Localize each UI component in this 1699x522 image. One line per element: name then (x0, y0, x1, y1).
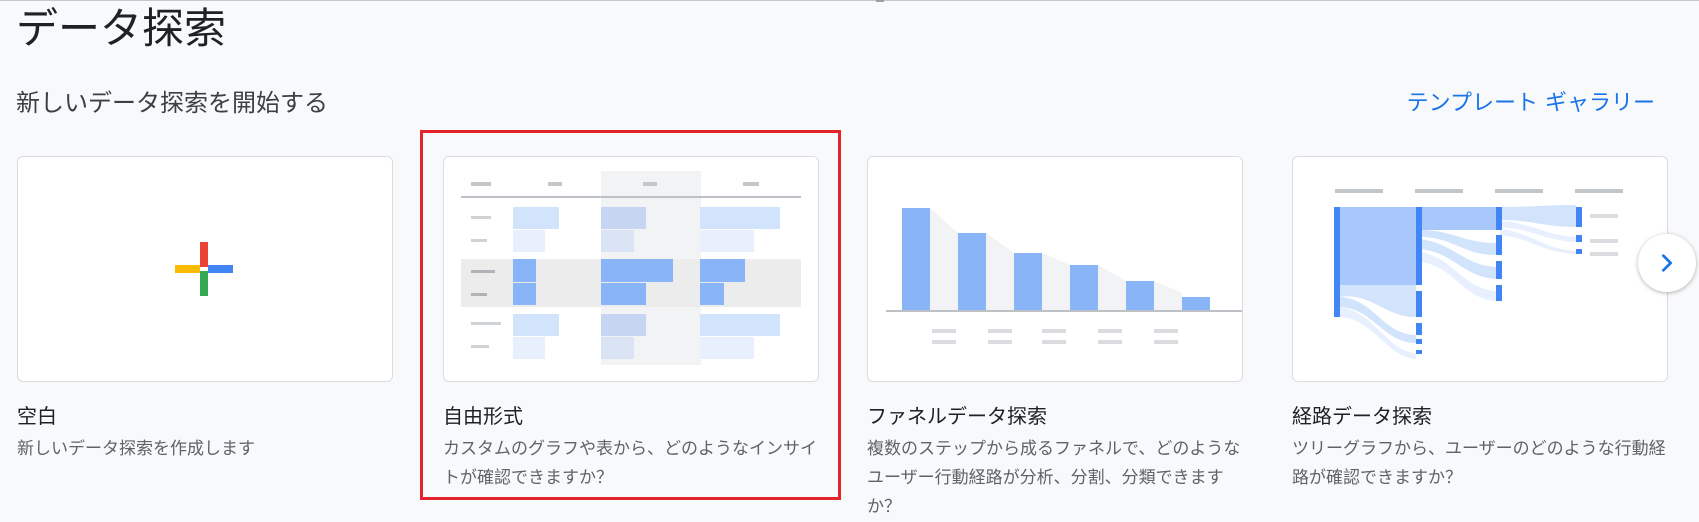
card-free-form-title: 自由形式 (443, 404, 523, 428)
card-free-form[interactable]: 自由形式 カスタムのグラフや表から、どのようなインサイトが確認できますか？ (443, 156, 819, 512)
card-funnel-description: 複数のステップから成るファネルで、どのようなユーザー行動経路が分析、分割、分類で… (867, 439, 1241, 517)
page-title: データ探索 (16, 4, 227, 53)
drag-handle (876, 0, 884, 2)
card-blank[interactable]: 空白 新しいデータ探索を作成します (17, 156, 393, 512)
card-path-thumbnail[interactable] (1292, 156, 1668, 382)
table-chart-illustration (461, 171, 801, 365)
card-path[interactable]: 経路データ探索 ツリーグラフから、ユーザーのどのような行動経路が確認できますか？ (1292, 156, 1668, 512)
card-funnel[interactable]: ファネルデータ探索 複数のステップから成るファネルで、どのようなユーザー行動経路… (867, 156, 1243, 517)
card-path-title: 経路データ探索 (1292, 404, 1432, 428)
path-tree-illustration (1334, 189, 1623, 359)
card-blank-title: 空白 (17, 404, 57, 428)
carousel-next-button[interactable] (1638, 234, 1696, 292)
card-path-description: ツリーグラフから、ユーザーのどのような行動経路が確認できますか？ (1292, 439, 1666, 488)
card-free-form-thumbnail[interactable] (443, 156, 819, 382)
card-funnel-title: ファネルデータ探索 (867, 404, 1047, 428)
top-divider (0, 0, 1699, 2)
card-blank-thumbnail[interactable] (17, 156, 393, 382)
card-blank-description: 新しいデータ探索を作成します (17, 439, 255, 459)
chevron-right-icon (1661, 254, 1673, 272)
card-funnel-thumbnail[interactable] (867, 156, 1243, 382)
card-free-form-description: カスタムのグラフや表から、どのようなインサイトが確認できますか？ (443, 439, 817, 488)
funnel-chart-illustration (886, 208, 1242, 344)
plus-icon (175, 242, 233, 296)
template-gallery-link[interactable]: テンプレート ギャラリー (1407, 91, 1655, 117)
section-title: 新しいデータ探索を開始する (16, 89, 328, 117)
